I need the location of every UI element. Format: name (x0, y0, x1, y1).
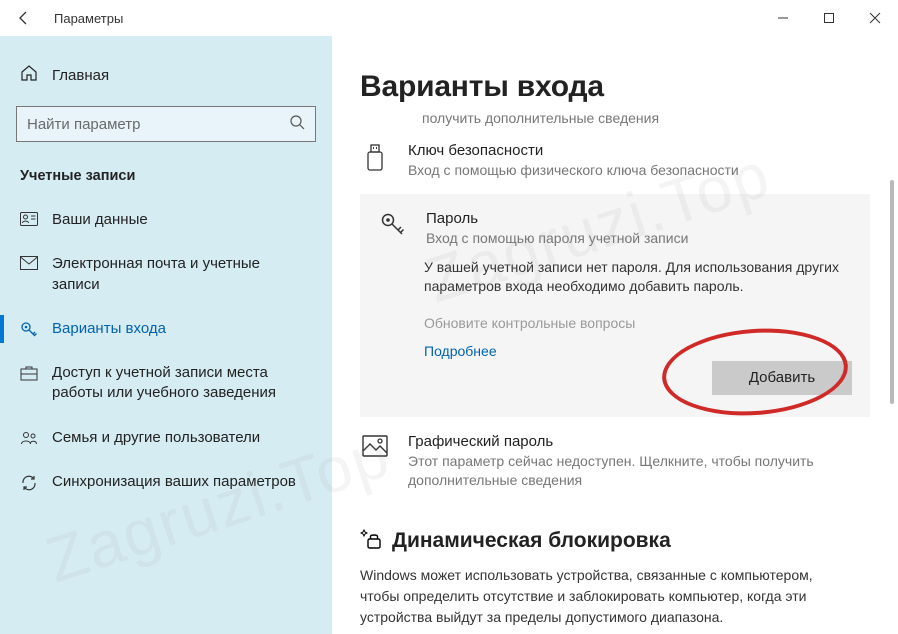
key-icon (20, 319, 38, 339)
sidebar-item-email-accounts[interactable]: Электронная почта и учетные записи (0, 242, 332, 307)
maximize-button[interactable] (806, 0, 852, 36)
sidebar-item-label: Семья и другие пользователи (52, 428, 284, 448)
sidebar: Главная Учетные записи Ваши данные Элект… (0, 36, 332, 634)
sidebar-section-header: Учетные записи (0, 160, 332, 198)
search-icon (289, 114, 305, 135)
page-title: Варианты входа (360, 70, 870, 104)
page-subnote[interactable]: получить дополнительные сведения (360, 110, 870, 126)
search-input[interactable] (27, 116, 257, 133)
sidebar-item-sync[interactable]: Синхронизация ваших параметров (0, 460, 332, 504)
option-title: Ключ безопасности (408, 142, 870, 159)
update-questions-link: Обновите контрольные вопросы (378, 315, 852, 331)
back-button[interactable] (0, 0, 48, 36)
option-desc: Этот параметр сейчас недоступен. Щелкнит… (408, 452, 870, 490)
password-panel: Пароль Вход с помощью пароля учетной зап… (360, 194, 870, 417)
briefcase-icon (20, 363, 38, 381)
sidebar-item-your-info[interactable]: Ваши данные (0, 198, 332, 242)
scrollbar-thumb[interactable] (890, 180, 894, 404)
learn-more-link[interactable]: Подробнее (378, 343, 852, 359)
option-security-key[interactable]: Ключ безопасности Вход с помощью физичес… (360, 126, 870, 192)
option-title: Пароль (426, 210, 852, 227)
home-label: Главная (52, 67, 109, 84)
sidebar-item-label: Доступ к учетной записи места работы или… (52, 363, 332, 404)
search-box[interactable] (16, 106, 316, 142)
password-note: У вашей учетной записи нет пароля. Для и… (378, 258, 852, 297)
picture-icon (360, 433, 390, 490)
close-button[interactable] (852, 0, 898, 36)
dynamic-lock-para: Windows может использовать устройства, с… (360, 565, 820, 628)
window-title: Параметры (48, 11, 123, 26)
sidebar-item-label: Электронная почта и учетные записи (52, 254, 332, 295)
sidebar-item-label: Ваши данные (52, 210, 172, 230)
mail-icon (20, 254, 38, 270)
option-title: Графический пароль (408, 433, 870, 450)
people-icon (20, 428, 38, 446)
key-icon (378, 210, 408, 248)
home-icon (20, 64, 38, 86)
option-desc: Вход с помощью физического ключа безопас… (408, 161, 870, 180)
add-button[interactable]: Добавить (712, 361, 852, 395)
sidebar-item-label: Варианты входа (52, 319, 190, 339)
option-password[interactable]: Пароль Вход с помощью пароля учетной зап… (378, 210, 852, 258)
home-nav[interactable]: Главная (0, 54, 332, 96)
sidebar-item-work-access[interactable]: Доступ к учетной записи места работы или… (0, 351, 332, 416)
sidebar-item-signin-options[interactable]: Варианты входа (0, 307, 332, 351)
sidebar-item-label: Синхронизация ваших параметров (52, 472, 320, 492)
person-card-icon (20, 210, 38, 226)
dynamic-lock-title: Динамическая блокировка (392, 529, 671, 553)
main-content: Варианты входа получить дополнительные с… (332, 36, 898, 634)
usb-key-icon (360, 142, 390, 180)
option-desc: Вход с помощью пароля учетной записи (426, 229, 852, 248)
lock-sparkle-icon (360, 528, 382, 555)
sidebar-item-family[interactable]: Семья и другие пользователи (0, 416, 332, 460)
sync-icon (20, 472, 38, 492)
dynamic-lock-header: Динамическая блокировка (360, 528, 870, 555)
minimize-button[interactable] (760, 0, 806, 36)
option-picture-password[interactable]: Графический пароль Этот параметр сейчас … (360, 417, 870, 502)
